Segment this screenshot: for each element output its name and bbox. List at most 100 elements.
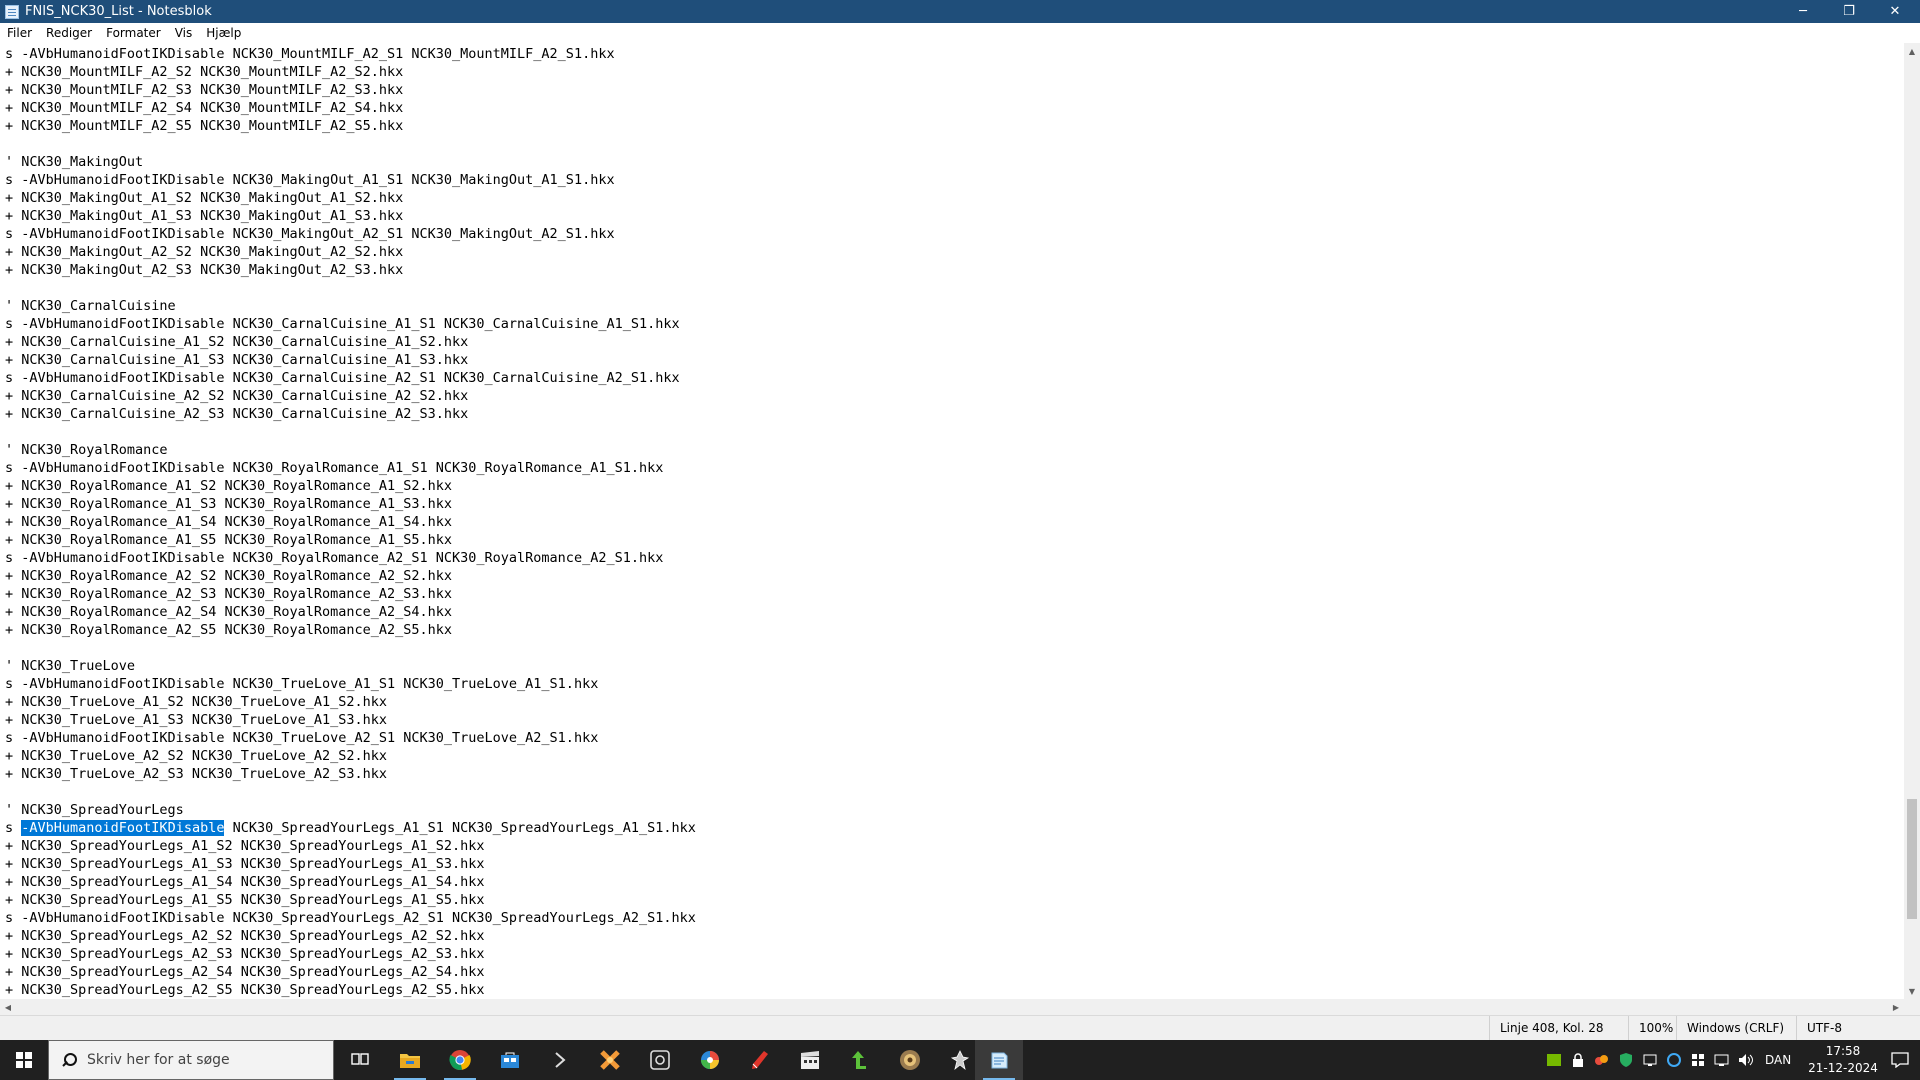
device-tray-icon[interactable] <box>1642 1052 1658 1068</box>
text-line[interactable]: + NCK30_RoyalRomance_A1_S4 NCK30_RoyalRo… <box>5 513 1904 531</box>
text-line[interactable]: + NCK30_RoyalRomance_A2_S5 NCK30_RoyalRo… <box>5 621 1904 639</box>
text-line[interactable] <box>5 639 1904 657</box>
puzzle-app-icon[interactable] <box>586 1040 634 1080</box>
cloud-tray-icon[interactable] <box>1594 1052 1610 1068</box>
text-line[interactable] <box>5 423 1904 441</box>
text-line[interactable]: + NCK30_MakingOut_A2_S2 NCK30_MakingOut_… <box>5 243 1904 261</box>
menu-format[interactable]: Formater <box>99 23 168 43</box>
scroll-right-icon[interactable]: ▶ <box>1888 999 1904 1015</box>
menu-view[interactable]: Vis <box>168 23 200 43</box>
network-tray-icon[interactable] <box>1714 1052 1730 1068</box>
text-line[interactable]: + NCK30_MakingOut_A2_S3 NCK30_MakingOut_… <box>5 261 1904 279</box>
close-button[interactable]: ✕ <box>1872 0 1918 23</box>
text-line[interactable]: + NCK30_SpreadYourLegs_A1_S3 NCK30_Sprea… <box>5 855 1904 873</box>
text-line[interactable]: + NCK30_TrueLove_A1_S3 NCK30_TrueLove_A1… <box>5 711 1904 729</box>
text-line[interactable]: ' NCK30_MakingOut <box>5 153 1904 171</box>
text-line[interactable]: + NCK30_RoyalRomance_A1_S2 NCK30_RoyalRo… <box>5 477 1904 495</box>
menu-edit[interactable]: Rediger <box>39 23 99 43</box>
status-line-ending: Windows (CRLF) <box>1676 1016 1797 1040</box>
text-line[interactable]: + NCK30_SpreadYourLegs_A1_S5 NCK30_Sprea… <box>5 891 1904 909</box>
text-line[interactable]: + NCK30_MakingOut_A1_S3 NCK30_MakingOut_… <box>5 207 1904 225</box>
horizontal-scrollbar[interactable]: ◀ ▶ <box>0 999 1904 1015</box>
paint-palette-icon[interactable] <box>686 1040 734 1080</box>
onedrive-tray-icon[interactable] <box>1666 1052 1682 1068</box>
start-button[interactable] <box>0 1040 48 1080</box>
lock-tray-icon[interactable] <box>1570 1052 1586 1068</box>
restore-button[interactable]: ❐ <box>1826 0 1872 23</box>
nvidia-tray-icon[interactable] <box>1546 1052 1562 1068</box>
text-line[interactable]: + NCK30_MountMILF_A2_S5 NCK30_MountMILF_… <box>5 117 1904 135</box>
pen-app-icon[interactable] <box>736 1040 784 1080</box>
text-line[interactable]: + NCK30_SpreadYourLegs_A1_S2 NCK30_Sprea… <box>5 837 1904 855</box>
store-icon[interactable] <box>486 1040 534 1080</box>
text-line[interactable]: + NCK30_TrueLove_A1_S2 NCK30_TrueLove_A1… <box>5 693 1904 711</box>
clock[interactable]: 17:58 21-12-2024 <box>1808 1043 1878 1077</box>
scroll-down-icon[interactable]: ▼ <box>1904 983 1920 999</box>
text-line[interactable]: s -AVbHumanoidFootIKDisable NCK30_TrueLo… <box>5 729 1904 747</box>
text-line[interactable]: + NCK30_RoyalRomance_A1_S3 NCK30_RoyalRo… <box>5 495 1904 513</box>
menu-file[interactable]: Filer <box>0 23 39 43</box>
text-line[interactable]: s -AVbHumanoidFootIKDisable NCK30_Spread… <box>5 909 1904 927</box>
text-line[interactable] <box>5 135 1904 153</box>
security-tray-icon[interactable] <box>1690 1052 1706 1068</box>
window-title: FNIS_NCK30_List - Notesblok <box>25 4 212 19</box>
text-line[interactable]: ' NCK30_CarnalCuisine <box>5 297 1904 315</box>
shield-tray-icon[interactable] <box>1618 1052 1634 1068</box>
text-line[interactable]: + NCK30_SpreadYourLegs_A2_S3 NCK30_Sprea… <box>5 945 1904 963</box>
text-line[interactable]: s -AVbHumanoidFootIKDisable NCK30_RoyalR… <box>5 549 1904 567</box>
text-line[interactable]: + NCK30_RoyalRomance_A1_S5 NCK30_RoyalRo… <box>5 531 1904 549</box>
text-line[interactable]: + NCK30_MakingOut_A1_S2 NCK30_MakingOut_… <box>5 189 1904 207</box>
vertical-scroll-thumb[interactable] <box>1907 799 1917 919</box>
notification-icon[interactable] <box>1880 1040 1920 1080</box>
text-line[interactable]: + NCK30_MountMILF_A2_S3 NCK30_MountMILF_… <box>5 81 1904 99</box>
selected-text[interactable]: -AVbHumanoidFootIKDisable <box>21 820 225 836</box>
text-line[interactable] <box>5 783 1904 801</box>
text-line[interactable] <box>5 279 1904 297</box>
text-line[interactable]: s -AVbHumanoidFootIKDisable NCK30_MountM… <box>5 45 1904 63</box>
volume-tray-icon[interactable] <box>1738 1052 1754 1068</box>
text-line[interactable]: + NCK30_MountMILF_A2_S2 NCK30_MountMILF_… <box>5 63 1904 81</box>
text-line[interactable]: + NCK30_SpreadYourLegs_A2_S2 NCK30_Sprea… <box>5 927 1904 945</box>
text-line[interactable]: + NCK30_CarnalCuisine_A1_S2 NCK30_Carnal… <box>5 333 1904 351</box>
text-line[interactable]: s -AVbHumanoidFootIKDisable NCK30_Making… <box>5 171 1904 189</box>
text-line[interactable]: + NCK30_SpreadYourLegs_A2_S5 NCK30_Sprea… <box>5 981 1904 999</box>
text-line[interactable]: + NCK30_TrueLove_A2_S2 NCK30_TrueLove_A2… <box>5 747 1904 765</box>
steam-icon[interactable] <box>636 1040 684 1080</box>
text-editor[interactable]: s -AVbHumanoidFootIKDisable NCK30_MountM… <box>0 43 1904 999</box>
text-line[interactable]: s -AVbHumanoidFootIKDisable NCK30_Carnal… <box>5 369 1904 387</box>
scroll-up-icon[interactable]: ▲ <box>1904 43 1920 59</box>
scroll-left-icon[interactable]: ◀ <box>0 999 16 1015</box>
language-indicator[interactable]: DAN <box>1765 1040 1791 1080</box>
text-line[interactable]: + NCK30_RoyalRomance_A2_S3 NCK30_RoyalRo… <box>5 585 1904 603</box>
text-line[interactable]: ' NCK30_TrueLove <box>5 657 1904 675</box>
text-line[interactable]: ' NCK30_SpreadYourLegs <box>5 801 1904 819</box>
text-line[interactable]: s -AVbHumanoidFootIKDisable NCK30_RoyalR… <box>5 459 1904 477</box>
text-line[interactable]: + NCK30_RoyalRomance_A2_S2 NCK30_RoyalRo… <box>5 567 1904 585</box>
text-line[interactable]: + NCK30_SpreadYourLegs_A2_S4 NCK30_Sprea… <box>5 963 1904 981</box>
text-line[interactable]: + NCK30_MountMILF_A2_S4 NCK30_MountMILF_… <box>5 99 1904 117</box>
text-line[interactable]: s -AVbHumanoidFootIKDisable NCK30_Carnal… <box>5 315 1904 333</box>
text-line[interactable]: + NCK30_TrueLove_A2_S3 NCK30_TrueLove_A2… <box>5 765 1904 783</box>
file-explorer-icon[interactable] <box>386 1040 434 1080</box>
text-content[interactable]: s -AVbHumanoidFootIKDisable NCK30_MountM… <box>0 45 1904 999</box>
green-arrow-app-icon[interactable] <box>836 1040 884 1080</box>
text-line[interactable]: ' NCK30_RoyalRomance <box>5 441 1904 459</box>
text-line[interactable]: s -AVbHumanoidFootIKDisable NCK30_Spread… <box>5 819 1904 837</box>
text-line[interactable]: + NCK30_CarnalCuisine_A2_S2 NCK30_Carnal… <box>5 387 1904 405</box>
minimize-button[interactable]: ─ <box>1780 0 1826 23</box>
taskbar-search[interactable]: Skriv her for at søge <box>48 1040 334 1080</box>
text-line[interactable]: s -AVbHumanoidFootIKDisable NCK30_TrueLo… <box>5 675 1904 693</box>
notepad-taskbar-icon[interactable] <box>975 1040 1023 1080</box>
chrome-icon[interactable] <box>436 1040 484 1080</box>
task-view-icon[interactable] <box>336 1040 384 1080</box>
text-line[interactable]: + NCK30_CarnalCuisine_A2_S3 NCK30_Carnal… <box>5 405 1904 423</box>
menu-help[interactable]: Hjælp <box>199 23 248 43</box>
text-line[interactable]: + NCK30_SpreadYourLegs_A1_S4 NCK30_Sprea… <box>5 873 1904 891</box>
clapper-app-icon[interactable] <box>786 1040 834 1080</box>
text-line[interactable]: + NCK30_CarnalCuisine_A1_S3 NCK30_Carnal… <box>5 351 1904 369</box>
terminal-icon[interactable] <box>536 1040 584 1080</box>
text-line[interactable]: + NCK30_RoyalRomance_A2_S4 NCK30_RoyalRo… <box>5 603 1904 621</box>
text-line[interactable]: s -AVbHumanoidFootIKDisable NCK30_Making… <box>5 225 1904 243</box>
vertical-scrollbar[interactable]: ▲ ▼ <box>1904 43 1920 999</box>
orb-app-icon[interactable] <box>886 1040 934 1080</box>
